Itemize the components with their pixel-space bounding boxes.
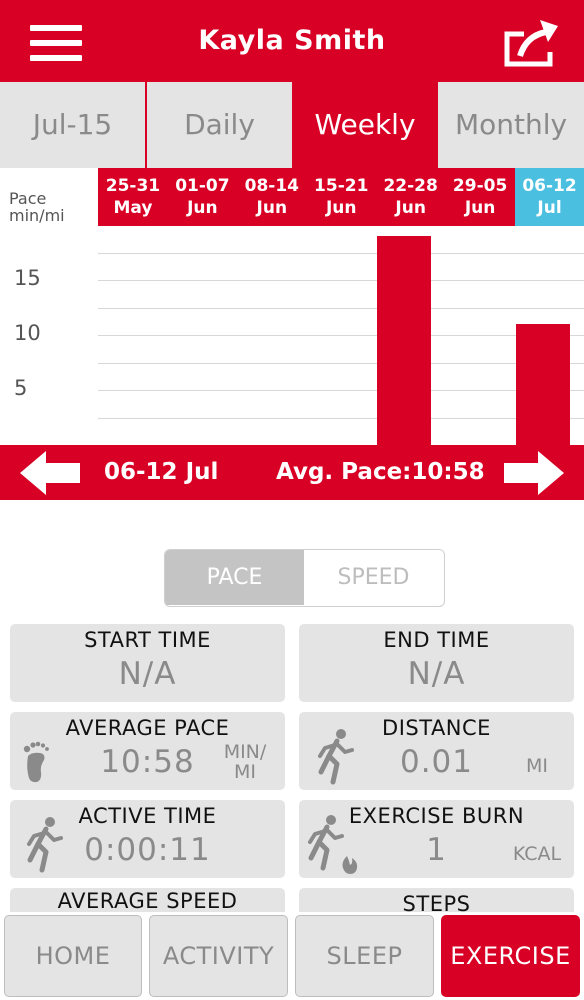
week-range-label: 06-12	[522, 176, 577, 196]
week-range-label: 29-05	[452, 176, 508, 196]
grid-line	[98, 307, 584, 309]
exercise-burn-card: EXERCISE BURN 1 KCAL	[299, 800, 574, 878]
week-month-label: Jul	[537, 198, 562, 218]
average-pace-unit-line2: MI	[234, 761, 256, 783]
tab-date[interactable]: Jul-15	[0, 82, 145, 168]
week-month-label: Jun	[395, 198, 426, 218]
arrow-left-icon[interactable]	[18, 449, 82, 497]
start-time-value: N/A	[118, 656, 177, 692]
week-header-cell[interactable]: 29-05 Jun	[445, 168, 516, 226]
bottom-navigation: HOME ACTIVITY SLEEP EXERCISE	[0, 912, 584, 1000]
average-pace-title: AVERAGE PACE	[65, 716, 230, 740]
week-month-label: Jun	[464, 198, 496, 218]
exercise-burn-unit: KCAL	[512, 843, 562, 865]
y-axis-title-line1: Pace	[9, 189, 47, 208]
week-month-label: Jun	[325, 198, 357, 218]
active-time-value: 0:00:11	[84, 832, 211, 868]
exercise-burn-title: EXERCISE BURN	[348, 804, 525, 828]
selected-week-label: 06-12 Jul	[104, 459, 219, 485]
share-export-icon[interactable]	[502, 18, 560, 68]
average-pace-unit: MIN/ MI	[215, 742, 275, 782]
week-month-label: Jun	[256, 198, 288, 218]
start-time-card: START TIME N/A	[10, 624, 285, 702]
active-time-card: ACTIVE TIME 0:00:11	[10, 800, 285, 878]
y-axis-title-line2: min/mi	[9, 206, 65, 225]
speed-toggle-button[interactable]: SPEED	[304, 550, 443, 605]
week-header-row: 25-31 May 01-07 Jun 08-14 Jun 15-21 Jun 22-28 Jun…	[98, 168, 584, 226]
week-range-label: 25-31	[105, 176, 161, 196]
week-header-cell[interactable]: 01-07 Jun	[167, 168, 238, 226]
week-header-cell[interactable]: 06-12 Jul	[514, 168, 584, 226]
week-header-cell[interactable]: 22-28 Jun	[375, 168, 446, 226]
nav-sleep-button[interactable]: SLEEP	[295, 915, 434, 997]
y-axis-title: Pace min/mi	[9, 190, 65, 224]
average-pace-card: AVERAGE PACE 10:58 MIN/ MI	[10, 712, 285, 790]
end-time-title: END TIME	[383, 628, 490, 652]
nav-activity-button[interactable]: ACTIVITY	[149, 915, 288, 997]
grid-line	[98, 390, 584, 391]
grid-line	[98, 362, 584, 364]
tab-monthly[interactable]: Monthly	[438, 82, 584, 168]
average-pace-label: Avg. Pace:10:58	[276, 459, 485, 485]
week-range-label: 15-21	[314, 176, 369, 196]
week-header-cell[interactable]: 15-21 Jun	[306, 168, 377, 226]
week-month-label: May	[113, 198, 153, 218]
week-range-label: 08-14	[244, 176, 299, 196]
grid-line	[98, 252, 584, 254]
period-tabs: Jul-15 Daily Weekly Monthly	[0, 82, 584, 168]
pace-speed-toggle: PACE SPEED	[164, 549, 445, 607]
grid-line	[98, 417, 584, 419]
nav-home-button[interactable]: HOME	[4, 915, 142, 997]
app-header: Kayla Smith	[0, 0, 584, 82]
grid-line	[98, 280, 584, 281]
week-range-label: 01-07	[175, 176, 230, 196]
week-header-cell[interactable]: 08-14 Jun	[236, 168, 307, 226]
distance-title: DISTANCE	[382, 716, 491, 740]
page-title: Kayla Smith	[198, 25, 386, 56]
tab-daily[interactable]: Daily	[147, 82, 292, 168]
average-pace-unit-line1: MIN/	[223, 741, 267, 763]
arrow-right-icon[interactable]	[502, 449, 566, 497]
distance-unit: MI	[526, 755, 548, 777]
end-time-value: N/A	[407, 656, 466, 692]
y-tick-label: 10	[14, 321, 41, 345]
nav-exercise-button[interactable]: EXERCISE	[441, 915, 580, 997]
average-speed-title: AVERAGE SPEED	[57, 889, 238, 913]
distance-card: DISTANCE 0.01 MI	[299, 712, 574, 790]
week-navigation-bar: 06-12 Jul Avg. Pace:10:58	[0, 445, 584, 500]
y-tick-label: 15	[14, 266, 41, 290]
week-range-label: 22-28	[383, 176, 438, 196]
end-time-card: END TIME N/A	[299, 624, 574, 702]
active-time-title: ACTIVE TIME	[78, 804, 217, 828]
week-header-cell[interactable]: 25-31 May	[98, 168, 168, 226]
pace-toggle-button[interactable]: PACE	[165, 550, 304, 605]
tab-weekly[interactable]: Weekly	[294, 82, 436, 168]
pace-bar[interactable]	[515, 324, 570, 445]
y-tick-label: 5	[14, 376, 28, 400]
pace-chart: Pace min/mi 25-31 May 01-07 Jun 08-14 Jun 15-2…	[0, 168, 584, 445]
start-time-title: START TIME	[84, 628, 211, 652]
week-month-label: Jun	[187, 198, 218, 218]
grid-line	[98, 335, 584, 336]
pace-bar[interactable]	[376, 236, 432, 445]
